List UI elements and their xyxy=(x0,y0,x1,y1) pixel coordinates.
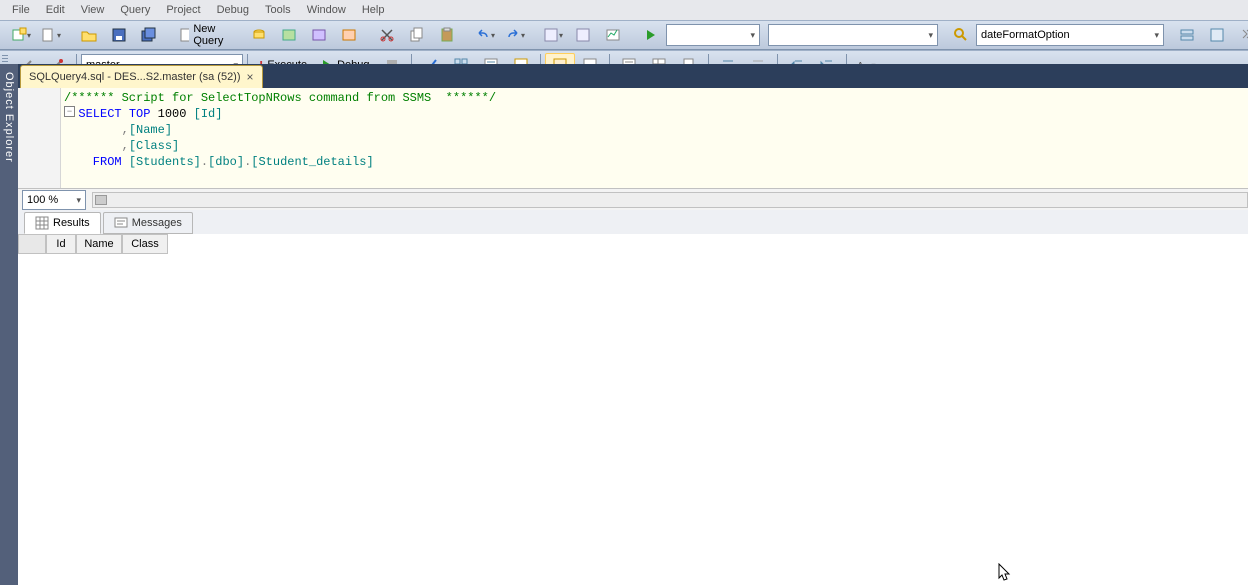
tab-messages-label: Messages xyxy=(132,217,182,229)
menu-debug[interactable]: Debug xyxy=(209,2,257,18)
dmx-query-button[interactable] xyxy=(334,23,364,47)
menu-edit[interactable]: Edit xyxy=(38,2,73,18)
document-tab-label: SQLQuery4.sql - DES...S2.master (sa (52)… xyxy=(29,71,241,83)
save-all-button[interactable] xyxy=(134,23,164,47)
menu-query[interactable]: Query xyxy=(112,2,158,18)
solution-config-combo[interactable]: ▾ xyxy=(666,24,760,46)
mdx-query-button[interactable] xyxy=(304,23,334,47)
registered-servers-button[interactable] xyxy=(1172,23,1202,47)
run-button[interactable] xyxy=(636,23,666,47)
close-tab-icon[interactable]: × xyxy=(247,70,254,84)
menu-bar: File Edit View Query Project Debug Tools… xyxy=(0,0,1248,20)
code-content: /****** Script for SelectTopNRows comman… xyxy=(64,90,496,170)
toolbar-main: ▾ ▾ ✳ New Query ▾ ▾ ▾ ▾ ▾ dateFormatOpti… xyxy=(0,20,1248,50)
document-tab-active[interactable]: SQLQuery4.sql - DES...S2.master (sa (52)… xyxy=(20,65,263,88)
column-header-id[interactable]: Id xyxy=(46,234,76,254)
grid-icon xyxy=(35,216,49,230)
tab-results-label: Results xyxy=(53,217,90,229)
analysis-query-button[interactable] xyxy=(274,23,304,47)
object-explorer-sidebar-tab[interactable]: Object Explorer xyxy=(0,64,18,585)
menu-project[interactable]: Project xyxy=(158,2,208,18)
paste-button[interactable] xyxy=(432,23,462,47)
copy-button[interactable] xyxy=(402,23,432,47)
new-query-label: New Query xyxy=(193,23,229,47)
menu-help[interactable]: Help xyxy=(354,2,393,18)
results-grid[interactable]: Id Name Class xyxy=(18,234,1248,585)
new-query-button[interactable]: ✳ New Query xyxy=(172,23,236,47)
editor-footer: 100 %▾ xyxy=(18,188,1248,212)
open-folder-button[interactable] xyxy=(74,23,104,47)
undo-button[interactable]: ▾ xyxy=(470,23,500,47)
object-explorer-button[interactable] xyxy=(1202,23,1232,47)
sql-editor[interactable]: − /****** Script for SelectTopNRows comm… xyxy=(18,88,1248,201)
activity-button[interactable] xyxy=(598,23,628,47)
new-project-button[interactable]: ▾ xyxy=(6,23,36,47)
new-query-icon: ✳ xyxy=(179,27,189,43)
cut-button[interactable] xyxy=(372,23,402,47)
editor-gutter xyxy=(18,88,61,200)
new-file-button[interactable]: ▾ xyxy=(36,23,66,47)
results-header-row: Id Name Class xyxy=(18,234,1248,252)
find-button[interactable] xyxy=(946,23,976,47)
horizontal-scrollbar[interactable] xyxy=(92,192,1248,208)
zoom-combo[interactable]: 100 %▾ xyxy=(22,190,86,210)
messages-icon xyxy=(114,216,128,230)
template-button[interactable] xyxy=(1232,23,1248,47)
redo-button[interactable]: ▾ xyxy=(500,23,530,47)
row-number-header[interactable] xyxy=(18,234,46,254)
menu-view[interactable]: View xyxy=(73,2,113,18)
results-tabstrip: Results Messages xyxy=(18,210,1248,235)
solution-platform-combo[interactable]: ▾ xyxy=(768,24,938,46)
menu-tools[interactable]: Tools xyxy=(257,2,299,18)
column-header-name[interactable]: Name xyxy=(76,234,122,254)
tab-results[interactable]: Results xyxy=(24,212,101,234)
column-header-class[interactable]: Class xyxy=(122,234,168,254)
nav-back-button[interactable]: ▾ xyxy=(538,23,568,47)
menu-window[interactable]: Window xyxy=(299,2,354,18)
save-button[interactable] xyxy=(104,23,134,47)
menu-file[interactable]: File xyxy=(4,2,38,18)
db-engine-query-button[interactable] xyxy=(244,23,274,47)
nav-fwd-button[interactable] xyxy=(568,23,598,47)
document-tab-strip: SQLQuery4.sql - DES...S2.master (sa (52)… xyxy=(18,64,1248,88)
find-combo[interactable]: dateFormatOption▾ xyxy=(976,24,1164,46)
tab-messages[interactable]: Messages xyxy=(103,212,193,234)
